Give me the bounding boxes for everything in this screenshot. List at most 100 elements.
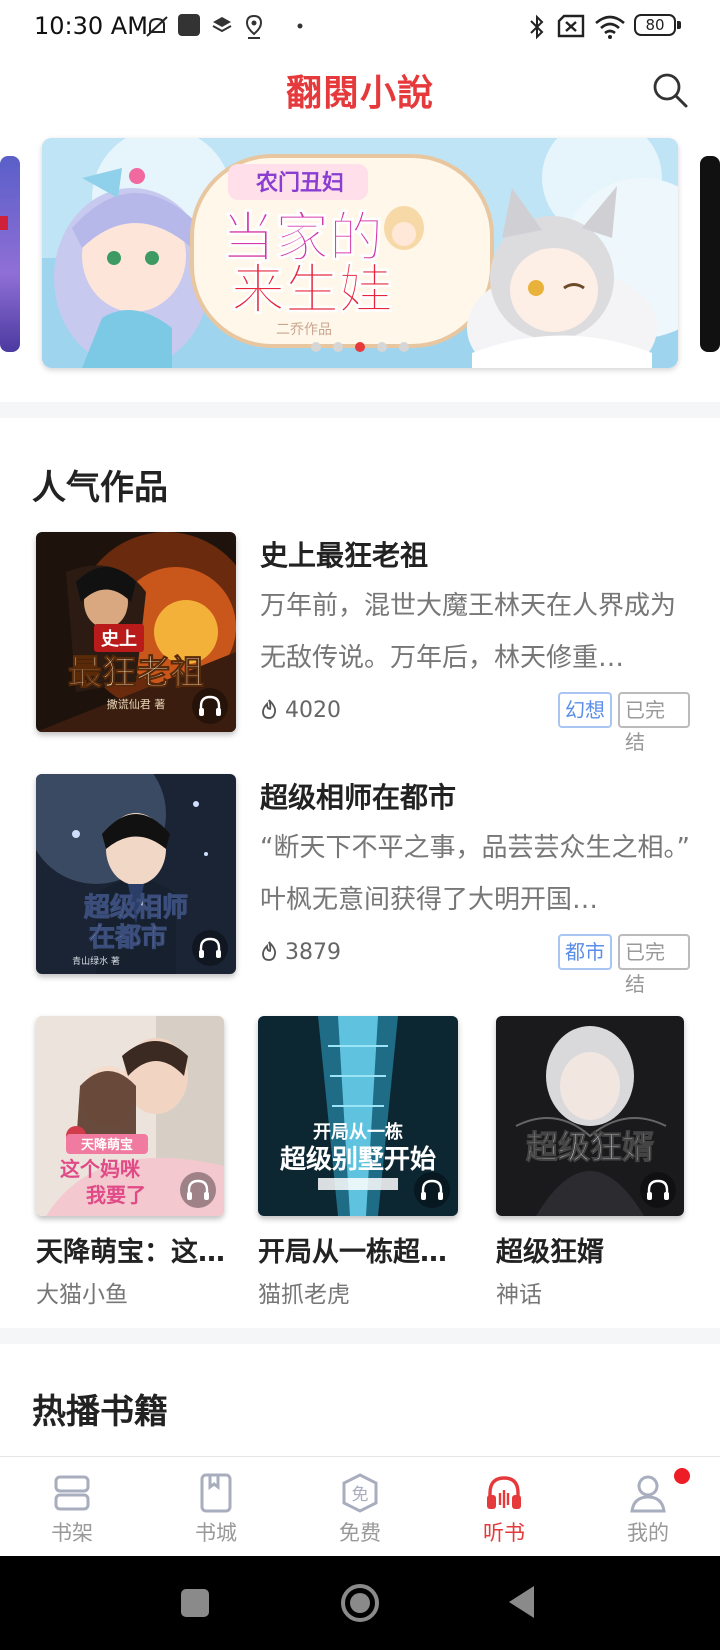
cover-tag: 开局从一栋: [313, 1121, 403, 1143]
hot-section-title: 热播书籍: [32, 1392, 168, 1432]
section-divider: [0, 402, 720, 418]
banner-dot[interactable]: [311, 342, 321, 352]
nav-bookstore[interactable]: 书城: [144, 1457, 288, 1557]
banner-dot[interactable]: [399, 342, 409, 352]
nav-label: 书城: [195, 1521, 237, 1545]
banner-next-peek[interactable]: [700, 156, 720, 352]
featured-book-card[interactable]: 史上 最狂老祖 撒谎仙君 著 史上最狂老祖 万年前，混世大魔王林天在人界成为无敌…: [36, 532, 690, 754]
cover-tag: 天降萌宝: [81, 1137, 133, 1153]
book-cover[interactable]: 史上 最狂老祖 撒谎仙君 著: [36, 532, 236, 732]
nav-label: 听书: [483, 1521, 525, 1545]
battery-level: 80: [645, 16, 665, 34]
grid-book-card[interactable]: 天降萌宝 这个妈咪 我要了 天降萌宝：这… 大猫小鱼: [36, 1016, 225, 1309]
recents-icon[interactable]: [180, 1588, 210, 1618]
book-description: 万年前，混世大魔王林天在人界成为无敌传说。万年后，林天修重…: [260, 591, 677, 673]
svg-text:我要了: 我要了: [86, 1183, 146, 1207]
svg-text:最狂老祖: 最狂老祖: [68, 653, 204, 693]
grid-book-title[interactable]: 天降萌宝：这…: [36, 1230, 232, 1269]
svg-text:这个妈咪: 这个妈咪: [60, 1157, 141, 1181]
flame-icon: [262, 699, 277, 719]
audio-badge: [192, 930, 228, 966]
audio-badge: [414, 1172, 450, 1208]
grid-book-author: 猫抓老虎: [258, 1282, 350, 1308]
nav-audiobook[interactable]: 听书: [432, 1457, 576, 1557]
banner-line3: 来生娃: [231, 258, 393, 321]
audio-badge: [192, 688, 228, 724]
banner-carousel[interactable]: 农门丑妇 当家的 来生娃 二乔作品: [42, 138, 678, 368]
search-icon: [653, 73, 688, 108]
svg-text:史上: 史上: [101, 628, 137, 650]
book-heat: 3879: [260, 940, 341, 965]
heat-value: 3879: [285, 940, 341, 965]
grid-book-author: 神话: [496, 1282, 542, 1308]
status-tag: 已完结: [618, 934, 690, 996]
popular-section-title: 人气作品: [32, 468, 168, 508]
system-navigation-bar: [0, 1556, 720, 1650]
battery-tip-icon: [677, 21, 681, 29]
heat-value: 4020: [285, 698, 341, 723]
banner-dot[interactable]: [377, 342, 387, 352]
headphones-icon: [647, 1179, 669, 1200]
banner-prev-peek[interactable]: [0, 156, 20, 352]
book-heat: 4020: [260, 698, 341, 723]
banner-line1: 农门丑妇: [255, 170, 344, 196]
svg-text:超级相师: 超级相师: [84, 892, 188, 923]
nav-free[interactable]: 免 免费: [288, 1457, 432, 1557]
grid-book-title[interactable]: 超级狂婿: [496, 1230, 692, 1269]
svg-text:在都市: 在都市: [89, 922, 167, 953]
dot-icon: [297, 23, 303, 29]
grid-book-card[interactable]: 开局从一栋 超级别墅开始 开局从一栋超… 猫抓老虎: [258, 1016, 458, 1309]
section-divider: [0, 1328, 720, 1344]
banner-pagination: [42, 337, 678, 356]
grid-book-title[interactable]: 开局从一栋超…: [258, 1230, 454, 1269]
status-tag: 已完结: [618, 692, 690, 754]
grid-book-author: 大猫小鱼: [36, 1282, 128, 1308]
app-notification-icon: [178, 14, 200, 36]
nav-label: 我的: [627, 1521, 669, 1545]
genre-tag[interactable]: 幻想: [558, 692, 612, 728]
banner-dot-active[interactable]: [355, 342, 365, 352]
home-icon[interactable]: [339, 1582, 381, 1624]
nav-label: 书架: [51, 1521, 93, 1545]
back-icon[interactable]: [506, 1584, 538, 1620]
audio-badge: [640, 1172, 676, 1208]
profile-icon: [630, 1475, 666, 1513]
featured-book-card[interactable]: 超级相师 在都市 青山绿水 著 超级相师在都市 “断天下不平之事，品芸芸众生之相…: [36, 774, 690, 996]
audio-badge: [180, 1172, 216, 1208]
grid-book-card[interactable]: 超级狂婿 超级狂婿 神话: [496, 1016, 684, 1309]
status-time: 10:30 AM: [34, 12, 148, 40]
book-cover[interactable]: 天降萌宝 这个妈咪 我要了: [36, 1016, 224, 1216]
mute-icon: [146, 16, 168, 37]
nav-profile[interactable]: 我的: [576, 1457, 720, 1557]
app-title: 翻閱小說: [285, 72, 434, 114]
genre-tag[interactable]: 都市: [558, 934, 612, 970]
search-button[interactable]: [650, 70, 690, 110]
book-cover[interactable]: 超级狂婿: [496, 1016, 684, 1216]
banner-dot[interactable]: [333, 342, 343, 352]
bottom-nav: 书架 书城 免 免费 听书 我的: [0, 1456, 720, 1557]
no-sim-icon: [557, 14, 585, 38]
free-icon: 免: [342, 1473, 378, 1513]
location-icon: [245, 14, 263, 39]
bluetooth-icon: [530, 14, 544, 40]
headphones-icon: [421, 1179, 443, 1200]
bookshelf-icon: [54, 1475, 90, 1511]
headphones-icon: [199, 937, 221, 958]
book-cover[interactable]: 超级相师 在都市 青山绿水 著: [36, 774, 236, 974]
nav-bookshelf[interactable]: 书架: [0, 1457, 144, 1557]
book-description: “断天下不平之事，品芸芸众生之相。” 叶枫无意间获得了大明开国…: [260, 833, 690, 915]
book-cover[interactable]: 开局从一栋 超级别墅开始: [258, 1016, 458, 1216]
book-title[interactable]: 超级相师在都市: [260, 776, 456, 816]
headphones-icon: [199, 695, 221, 716]
cover-author: 撒谎仙君 著: [107, 697, 166, 711]
banner-artwork: 农门丑妇 当家的 来生娃 二乔作品: [42, 138, 678, 368]
banner-credit: 二乔作品: [276, 322, 332, 338]
battery-indicator: 80: [634, 14, 676, 36]
bookstore-icon: [200, 1473, 232, 1513]
wifi-icon: [595, 15, 625, 39]
headphones-icon: [487, 1476, 521, 1509]
cover-author: 青山绿水 著: [72, 955, 120, 967]
status-bar: 10:30 AM 80: [0, 0, 720, 56]
book-title[interactable]: 史上最狂老祖: [260, 534, 428, 574]
cover-text: 超级狂婿: [526, 1128, 654, 1166]
